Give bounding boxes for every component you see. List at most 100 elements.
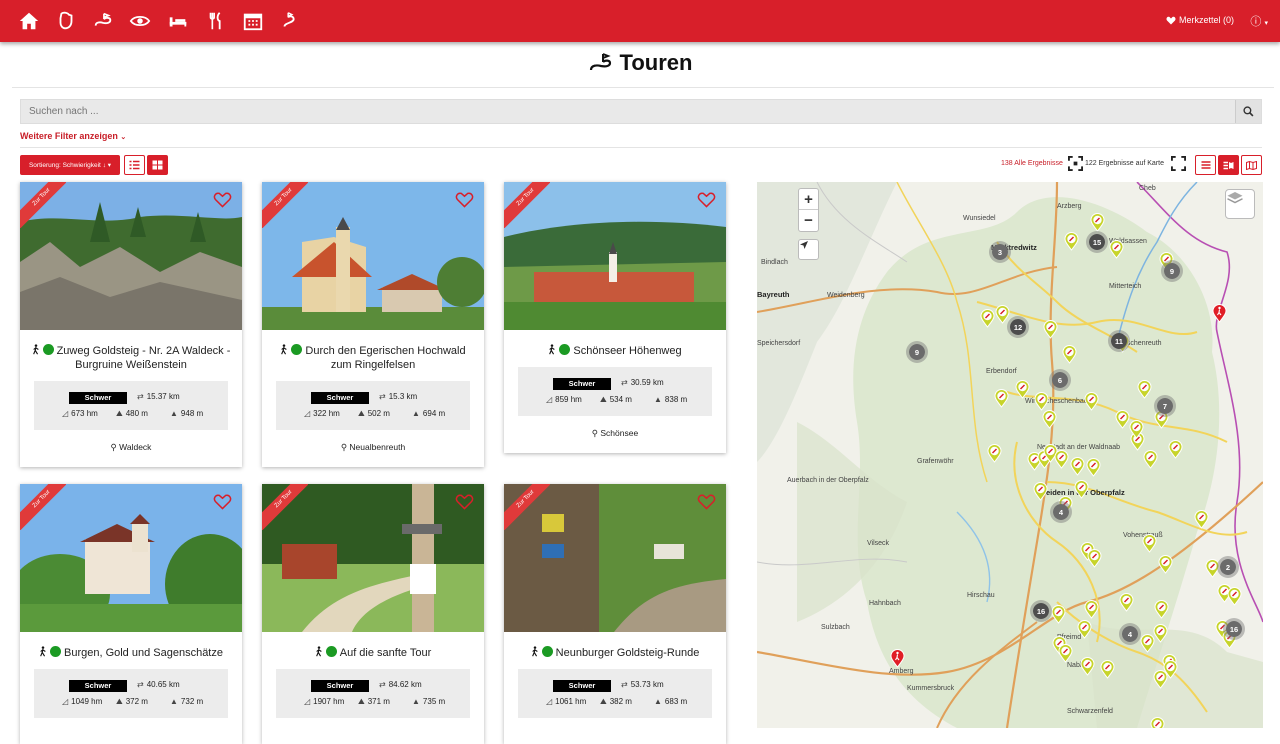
to-tour-ribbon[interactable]: Zur Tour (262, 484, 308, 530)
map-cluster-marker[interactable]: 2 (1217, 556, 1239, 578)
to-tour-ribbon[interactable]: Zur Tour (20, 484, 66, 530)
map-pin-icon[interactable] (1163, 660, 1178, 679)
to-tour-ribbon[interactable]: Zur Tour (262, 182, 308, 228)
list-only-button[interactable] (1195, 155, 1216, 175)
tour-card[interactable]: Zur Tour Zuweg Goldsteig - Nr. 2A Waldec… (20, 182, 242, 467)
map-cluster-marker[interactable]: 11 (1108, 330, 1130, 352)
map-pin-icon[interactable] (1080, 657, 1095, 676)
map-pin-icon[interactable] (1150, 717, 1165, 728)
tour-card[interactable]: Zur Tour Schönseer Höhenweg Schwer ⇄ 30.5… (504, 182, 726, 453)
map-cluster-marker[interactable]: 16 (1223, 618, 1245, 640)
expand-icon[interactable] (1068, 156, 1083, 171)
map-cluster-marker[interactable]: 9 (906, 341, 928, 363)
map-pin-icon[interactable] (1115, 410, 1130, 429)
hand-icon[interactable] (55, 10, 77, 32)
home-icon[interactable] (18, 10, 40, 32)
zoom-in-button[interactable]: + (799, 189, 818, 210)
map-cluster-marker[interactable]: 15 (1086, 231, 1108, 253)
event-icon[interactable] (279, 10, 301, 32)
map-cluster-marker[interactable]: 7 (1154, 395, 1176, 417)
map-cluster-marker[interactable]: 12 (1007, 316, 1029, 338)
map-pin-icon[interactable] (1109, 240, 1124, 259)
eye-icon[interactable] (129, 10, 151, 32)
map-pin-icon[interactable] (1194, 510, 1209, 529)
map-pin-icon[interactable] (1042, 410, 1057, 429)
map-pin-icon[interactable] (1142, 534, 1157, 553)
map-pin-icon[interactable] (1054, 450, 1069, 469)
map-pin-icon[interactable] (1062, 345, 1077, 364)
map-pin-icon[interactable] (1153, 624, 1168, 643)
map-pin-icon[interactable] (1137, 380, 1152, 399)
bed-icon[interactable] (167, 10, 189, 32)
map-pin-icon[interactable] (1064, 232, 1079, 251)
map-pin-icon[interactable] (1100, 660, 1115, 679)
tour-card[interactable]: Zur Tour Neunburger Goldsteig-Runde Schw… (504, 484, 726, 744)
map-pin-icon[interactable] (1034, 392, 1049, 411)
more-filters-link[interactable]: Weitere Filter anzeigen ⌄ (20, 131, 126, 141)
tour-card[interactable]: Zur Tour Auf die sanfte Tour Schwer ⇄ 84.… (262, 484, 484, 744)
favorite-heart-icon[interactable] (455, 493, 474, 510)
map-pin-icon[interactable] (1033, 482, 1048, 501)
map-pin-icon[interactable] (1087, 549, 1102, 568)
tour-title[interactable]: Zuweg Goldsteig - Nr. 2A Waldeck - Burgr… (28, 344, 234, 372)
map-pin-icon[interactable] (1084, 392, 1099, 411)
map-pin-icon[interactable] (1168, 440, 1183, 459)
merkzettel-link[interactable]: Merkzettel (0) (1166, 15, 1234, 25)
tour-card[interactable]: Zur Tour Durch den Egerischen Hochwald z… (262, 182, 484, 467)
search-input[interactable] (21, 100, 1221, 123)
cutlery-icon[interactable] (205, 10, 227, 32)
map-pin-icon[interactable] (1140, 634, 1155, 653)
map-pin-icon[interactable] (1043, 320, 1058, 339)
map-pin-icon[interactable] (1154, 600, 1169, 619)
locate-button[interactable] (798, 239, 819, 260)
tour-title[interactable]: Auf die sanfte Tour (270, 646, 476, 660)
favorite-heart-icon[interactable] (697, 493, 716, 510)
tour-title[interactable]: Burgen, Gold und Sagenschätze (28, 646, 234, 660)
hiking-marker-icon[interactable] (1212, 304, 1227, 323)
search-button[interactable] (1235, 100, 1261, 123)
list-map-button[interactable] (1218, 155, 1239, 175)
zoom-out-button[interactable]: − (799, 210, 818, 231)
tour-title[interactable]: Schönseer Höhenweg (512, 344, 718, 358)
map-only-button[interactable] (1241, 155, 1262, 175)
calendar-icon[interactable] (242, 10, 264, 32)
map-pin-icon[interactable] (1070, 457, 1085, 476)
map-cluster-marker[interactable]: 9 (1161, 260, 1183, 282)
tour-title[interactable]: Durch den Egerischen Hochwald zum Ringel… (270, 344, 476, 372)
grid-view-button[interactable] (147, 155, 168, 175)
map-pin-icon[interactable] (987, 444, 1002, 463)
tour-icon[interactable] (92, 10, 114, 32)
tour-title[interactable]: Neunburger Goldsteig-Runde (512, 646, 718, 660)
map-cluster-marker[interactable]: 3 (989, 241, 1011, 263)
to-tour-ribbon[interactable]: Zur Tour (504, 484, 550, 530)
map-pin-icon[interactable] (1158, 555, 1173, 574)
layers-button[interactable] (1225, 189, 1255, 219)
list-view-button[interactable] (124, 155, 145, 175)
map-pin-icon[interactable] (1058, 644, 1073, 663)
sort-dropdown[interactable]: Sortierung: Schwierigkeit ↓ ▾ (20, 155, 120, 175)
favorite-heart-icon[interactable] (213, 493, 232, 510)
map-pin-icon[interactable] (980, 309, 995, 328)
favorite-heart-icon[interactable] (455, 191, 474, 208)
map-pin-icon[interactable] (1074, 480, 1089, 499)
map-pin-icon[interactable] (1119, 593, 1134, 612)
favorite-heart-icon[interactable] (697, 191, 716, 208)
map-cluster-marker[interactable]: 6 (1049, 369, 1071, 391)
info-menu[interactable]: ⓘ ▾ (1250, 13, 1268, 29)
map-pin-icon[interactable] (1015, 380, 1030, 399)
map-pin-icon[interactable] (994, 389, 1009, 408)
map-pin-icon[interactable] (1129, 420, 1144, 439)
map-cluster-marker[interactable]: 4 (1119, 623, 1141, 645)
map-cluster-marker[interactable]: 16 (1030, 600, 1052, 622)
map-pin-icon[interactable] (1086, 458, 1101, 477)
hiking-marker-icon[interactable] (890, 649, 905, 668)
map-pin-icon[interactable] (1090, 213, 1105, 232)
map-pin-icon[interactable] (1084, 600, 1099, 619)
map-cluster-marker[interactable]: 4 (1050, 501, 1072, 523)
favorite-heart-icon[interactable] (213, 191, 232, 208)
to-tour-ribbon[interactable]: Zur Tour (504, 182, 550, 228)
tour-card[interactable]: Zur Tour Burgen, Gold und Sagenschätze S… (20, 484, 242, 744)
to-tour-ribbon[interactable]: Zur Tour (20, 182, 66, 228)
tour-map[interactable]: + − Cheb Wunsiedel Marktredwitz Waldsassen B… (757, 182, 1263, 728)
map-pin-icon[interactable] (1077, 620, 1092, 639)
